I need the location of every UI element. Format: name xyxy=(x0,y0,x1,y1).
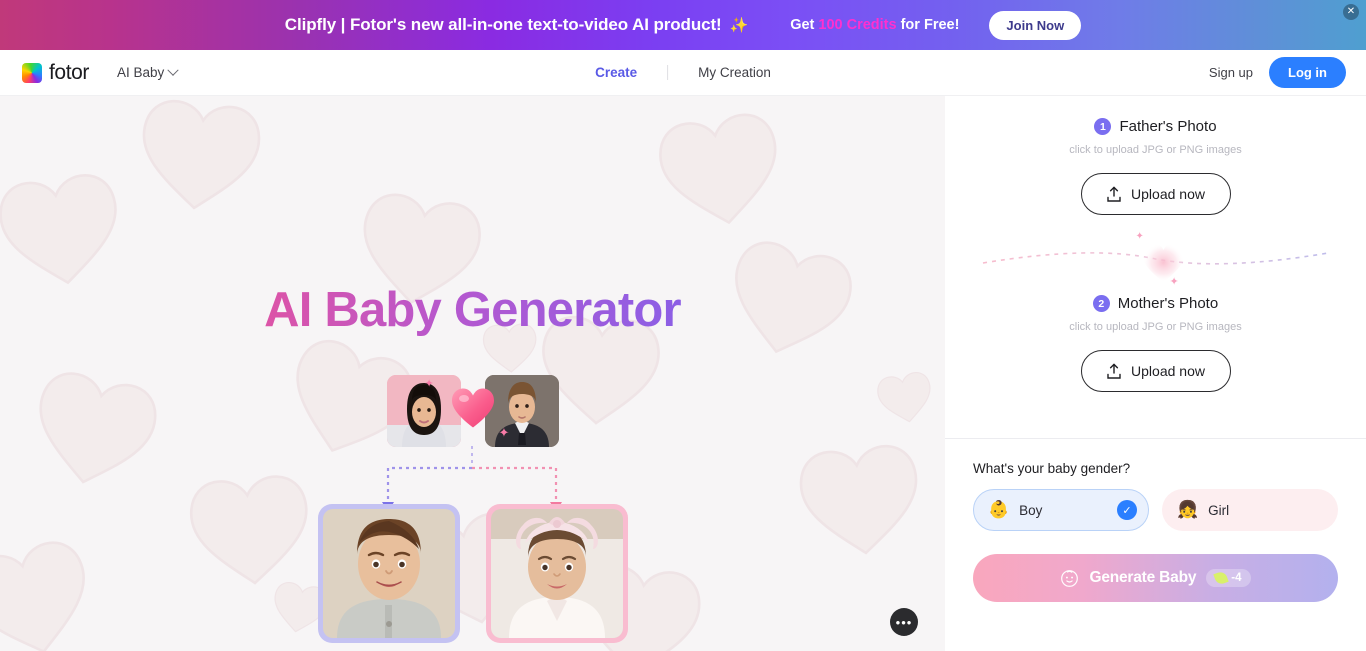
top-navigation-bar: fotor AI Baby Create My Creation Sign up… xyxy=(0,50,1366,96)
control-panel: 1 Father's Photo click to upload JPG or … xyxy=(945,96,1366,651)
section-divider-decoration: ✦ ✦ xyxy=(973,223,1338,295)
join-now-button[interactable]: Join Now xyxy=(989,10,1082,40)
step-2-subtitle: click to upload JPG or PNG images xyxy=(1069,321,1242,333)
generate-baby-button[interactable]: Generate Baby -4 xyxy=(973,554,1338,602)
gender-option-boy[interactable]: 👶 Boy ✓ xyxy=(973,489,1149,531)
gender-boy-label: Boy xyxy=(1019,502,1043,518)
more-options-button[interactable]: ••• xyxy=(890,608,918,636)
promo-credits-text: Get 100 Credits for Free! xyxy=(790,17,960,33)
parent-photos-row: ✦ ✦ xyxy=(0,375,945,447)
check-icon: ✓ xyxy=(1117,500,1137,520)
gender-section: What's your baby gender? 👶 Boy ✓ 👧 Girl xyxy=(945,439,1366,531)
sparkle-icon-right: ✦ xyxy=(498,425,510,440)
credits-highlight: 100 Credits xyxy=(818,17,897,33)
baby-girl-result[interactable] xyxy=(485,504,628,643)
father-upload-label: Upload now xyxy=(1131,186,1205,202)
step-2-number: 2 xyxy=(1092,295,1110,312)
heart-icon xyxy=(450,387,496,436)
credit-cost-value: -4 xyxy=(1231,572,1242,584)
mother-upload-button[interactable]: Upload now xyxy=(1080,350,1231,392)
gender-option-girl[interactable]: 👧 Girl xyxy=(1162,489,1338,531)
credit-cost-badge: -4 xyxy=(1206,569,1251,587)
product-dropdown-label: AI Baby xyxy=(117,65,165,80)
upload-icon xyxy=(1107,186,1121,202)
step-1-header: 1 Father's Photo xyxy=(973,118,1338,135)
fotor-logo-icon xyxy=(22,62,42,83)
gender-girl-label: Girl xyxy=(1208,502,1230,518)
gender-options: 👶 Boy ✓ 👧 Girl xyxy=(973,489,1338,531)
baby-face-icon xyxy=(1061,569,1079,587)
leaf-icon xyxy=(1213,570,1229,586)
login-button[interactable]: Log in xyxy=(1269,57,1346,88)
fotor-logo[interactable]: fotor xyxy=(22,61,89,85)
signup-link[interactable]: Sign up xyxy=(1209,65,1253,80)
baby-boy-result[interactable] xyxy=(317,504,460,643)
father-photo xyxy=(484,375,559,447)
fotor-logo-text: fotor xyxy=(49,60,90,84)
sparkle-icon: ✨ xyxy=(729,17,749,34)
svg-text:✦: ✦ xyxy=(1169,276,1178,288)
step-1-subtitle: click to upload JPG or PNG images xyxy=(1069,144,1242,156)
promo-title: Clipfly | Fotor's new all-in-one text-to… xyxy=(284,15,749,34)
hero-canvas: AI Baby Generator ✦ ✦ ••• xyxy=(0,96,945,651)
baby-results-row xyxy=(0,504,945,643)
baby-boy-icon: 👶 xyxy=(988,500,1010,519)
step-2-header: 2 Mother's Photo xyxy=(973,295,1338,312)
father-upload-button[interactable]: Upload now xyxy=(1080,173,1231,215)
product-dropdown[interactable]: AI Baby xyxy=(117,64,179,80)
main-area: AI Baby Generator ✦ ✦ ••• 1 Father's Pho… xyxy=(0,96,1366,651)
close-icon[interactable]: ✕ xyxy=(1343,4,1359,20)
chevron-down-icon xyxy=(167,64,179,76)
upload-icon xyxy=(1107,363,1121,379)
step-2-title: Mother's Photo xyxy=(1117,295,1219,312)
svg-text:✦: ✦ xyxy=(1136,231,1144,242)
gender-question: What's your baby gender? xyxy=(973,461,1131,476)
promo-banner: Clipfly | Fotor's new all-in-one text-to… xyxy=(0,0,1366,50)
step-1-number: 1 xyxy=(1094,118,1112,135)
tab-my-creation[interactable]: My Creation xyxy=(668,65,801,80)
page-title: AI Baby Generator xyxy=(0,282,945,338)
nav-tabs: Create My Creation xyxy=(565,65,801,80)
sparkle-icon-left: ✦ xyxy=(424,378,434,390)
upload-section: 1 Father's Photo click to upload JPG or … xyxy=(945,96,1366,439)
step-1-title: Father's Photo xyxy=(1119,118,1217,135)
mother-upload-label: Upload now xyxy=(1131,363,1205,379)
generate-baby-label: Generate Baby xyxy=(1089,569,1197,586)
tab-create[interactable]: Create xyxy=(565,65,667,80)
baby-girl-icon: 👧 xyxy=(1177,500,1199,519)
